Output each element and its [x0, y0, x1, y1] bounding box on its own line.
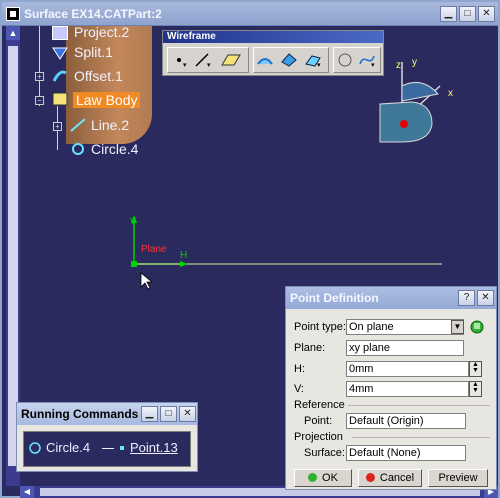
svg-text:▾: ▾ — [317, 62, 321, 68]
title-bar[interactable]: Surface EX14.CATPart:2 ▁ □ ✕ — [2, 2, 498, 26]
line-icon — [70, 118, 86, 132]
point-definition-dialog: Point Definition ? ✕ Point type: On plan… — [285, 286, 497, 490]
tree-item-offset[interactable]: Offset.1 — [74, 68, 123, 84]
mouse-cursor-icon — [140, 272, 152, 290]
project-icon — [52, 26, 68, 40]
ok-button[interactable]: OK — [294, 469, 352, 487]
dialog-close-button[interactable]: ✕ — [477, 290, 494, 306]
line-tool-icon[interactable]: ▾ — [194, 52, 212, 69]
compass-widget[interactable]: z y x — [372, 56, 472, 151]
ref-point-label: Point: — [304, 415, 333, 427]
tree-item-circle[interactable]: Circle.4 — [91, 141, 138, 157]
rc-maximize-button[interactable]: □ — [160, 406, 177, 422]
running-commands-list: Circle.4 Point.13 — [23, 431, 191, 467]
plane-axis-system[interactable]: V H Plane — [112, 207, 452, 287]
plane-field[interactable]: xy plane — [346, 340, 464, 356]
wireframe-toolbar: Wireframe ▾ ▾ ▾ ▾ — [162, 30, 384, 76]
offset-icon — [52, 69, 68, 83]
v-spinner[interactable]: ▲ ▼ — [469, 381, 482, 397]
running-commands-title: Running Commands — [21, 407, 139, 421]
h-value-input[interactable]: 0mm — [346, 361, 469, 377]
close-button[interactable]: ✕ — [478, 6, 495, 22]
running-command-point[interactable]: Point.13 — [130, 440, 178, 455]
plane-label: Plane — [141, 244, 167, 255]
minimize-button[interactable]: ▁ — [440, 6, 457, 22]
circle-icon — [29, 442, 41, 454]
tool-group-basic: ▾ ▾ — [167, 47, 249, 73]
projection-header: Projection — [294, 431, 343, 443]
running-commands-panel: Running Commands ▁ □ ✕ Circle.4 Point.13 — [16, 402, 198, 472]
circle-tool-icon[interactable] — [336, 52, 354, 68]
rc-minimize-button[interactable]: ▁ — [141, 406, 158, 422]
tool-group-surface: ▾ — [253, 47, 329, 73]
plane-tool-icon[interactable] — [220, 52, 241, 68]
command-connector — [102, 448, 114, 449]
h-spinner[interactable]: ▲ ▼ — [469, 361, 482, 377]
v-field-label: V: — [294, 383, 304, 395]
plane-field-label: Plane: — [294, 342, 326, 354]
dialog-title: Point Definition — [290, 291, 379, 305]
tree-item-line[interactable]: Line.2 — [91, 117, 129, 133]
cancel-icon — [365, 473, 375, 482]
divider — [352, 437, 490, 438]
v-value-input[interactable]: 4mm — [346, 381, 469, 397]
point-type-label: Point type: — [294, 321, 346, 333]
window-title: Surface EX14.CATPart:2 — [24, 7, 162, 21]
compass-x-label: x — [448, 88, 453, 99]
compass-z-label: z — [396, 60, 401, 71]
compass-y-label: y — [412, 57, 417, 68]
cancel-button[interactable]: Cancel — [358, 469, 422, 487]
svg-text:▾: ▾ — [183, 62, 187, 68]
dialog-title-bar[interactable]: Point Definition ? ✕ — [286, 287, 496, 309]
svg-text:▾: ▾ — [207, 62, 211, 68]
help-button[interactable]: ? — [458, 290, 475, 306]
tree-connector — [39, 26, 40, 106]
reference-header: Reference — [294, 399, 345, 411]
projection-tool-icon[interactable] — [256, 52, 274, 68]
surface-field[interactable]: Default (None) — [346, 445, 466, 461]
point-icon — [120, 446, 124, 450]
collapse-icon[interactable]: − — [35, 96, 44, 105]
intersection-tool-icon[interactable] — [280, 52, 298, 68]
rc-close-button[interactable]: ✕ — [179, 406, 196, 422]
catia-window-icon[interactable] — [6, 7, 20, 21]
point-type-select[interactable]: On plane — [346, 319, 464, 335]
scroll-left-icon[interactable]: ◀ — [20, 486, 34, 498]
law-body-icon — [52, 92, 68, 106]
point-type-lock-icon[interactable] — [468, 318, 486, 336]
running-command-circle[interactable]: Circle.4 — [46, 440, 90, 455]
origin-point[interactable] — [131, 261, 137, 267]
circle-icon — [70, 142, 86, 156]
divider — [348, 405, 490, 406]
extract-tool-icon[interactable]: ▾ — [304, 52, 322, 69]
h-axis-label: H — [180, 250, 187, 261]
v-axis-label: V — [130, 216, 136, 226]
toolbar-title[interactable]: Wireframe — [163, 31, 383, 43]
running-commands-title-bar[interactable]: Running Commands ▁ □ ✕ — [17, 403, 197, 425]
maximize-button[interactable]: □ — [459, 6, 476, 22]
preview-button[interactable]: Preview — [428, 469, 488, 487]
h-field-label: H: — [294, 363, 305, 375]
point-tool-icon[interactable]: ▾ — [170, 52, 188, 69]
tree-item-law-body[interactable]: Law Body — [73, 92, 141, 108]
surface-label: Surface: — [304, 447, 345, 459]
tree-item-split[interactable]: Split.1 — [74, 44, 113, 60]
ok-icon — [308, 473, 318, 482]
expand-icon[interactable]: + — [53, 122, 62, 131]
ref-point-field[interactable]: Default (Origin) — [346, 413, 466, 429]
tree-item-project[interactable]: Project.2 — [74, 24, 129, 40]
expand-icon[interactable]: + — [35, 72, 44, 81]
chevron-down-icon[interactable]: ▼ — [451, 320, 464, 334]
split-icon — [52, 46, 68, 60]
scroll-up-icon[interactable]: ▲ — [6, 26, 20, 40]
